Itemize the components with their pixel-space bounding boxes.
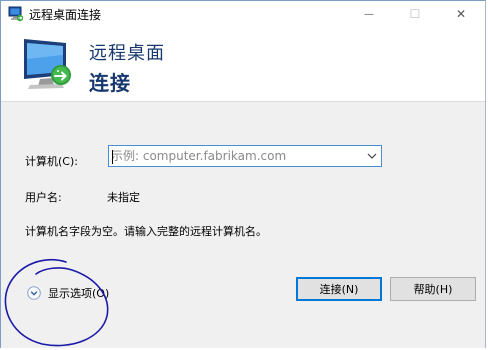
- help-button[interactable]: 帮助(H): [390, 277, 476, 301]
- remote-desktop-window: 远程桌面连接 — ☐ ✕ 远程桌面 连接 计算机(C): 示例: compute…: [0, 0, 486, 348]
- minimize-icon: —: [364, 8, 374, 20]
- validation-message: 计算机名字段为空。请输入完整的远程计算机名。: [25, 225, 267, 238]
- maximize-icon: ☐: [409, 7, 421, 21]
- remote-desktop-monitor-icon: [24, 39, 71, 89]
- title-bar[interactable]: 远程桌面连接 — ☐ ✕: [1, 1, 485, 27]
- connect-button[interactable]: 连接(N): [296, 277, 382, 301]
- show-options-label[interactable]: 显示选项(O): [48, 285, 109, 301]
- computer-combobox[interactable]: [108, 145, 382, 167]
- computer-label: 计算机(C):: [25, 155, 78, 168]
- banner: 远程桌面 连接: [1, 27, 485, 100]
- minimize-button[interactable]: —: [346, 1, 392, 27]
- maximize-button[interactable]: ☐: [392, 1, 438, 27]
- dialog-body: 计算机(C): 用户名: 未指定 计算机名字段为空。请输入完整的远程计算机名。 …: [1, 101, 485, 348]
- close-button[interactable]: ✕: [438, 1, 484, 27]
- chevron-down-icon[interactable]: [365, 149, 379, 163]
- remote-desktop-app-icon: [8, 6, 24, 22]
- username-label: 用户名:: [25, 191, 62, 204]
- computer-input[interactable]: [111, 148, 361, 164]
- show-options-toggle[interactable]: 显示选项(O): [27, 285, 109, 301]
- username-value: 未指定: [107, 191, 140, 204]
- banner-title-line2: 连接: [89, 71, 131, 95]
- banner-title-line1: 远程桌面: [89, 43, 165, 64]
- expand-chevron-icon[interactable]: [27, 286, 41, 300]
- text-caret: [112, 150, 113, 164]
- close-icon: ✕: [455, 7, 467, 21]
- window-title: 远程桌面连接: [29, 8, 102, 22]
